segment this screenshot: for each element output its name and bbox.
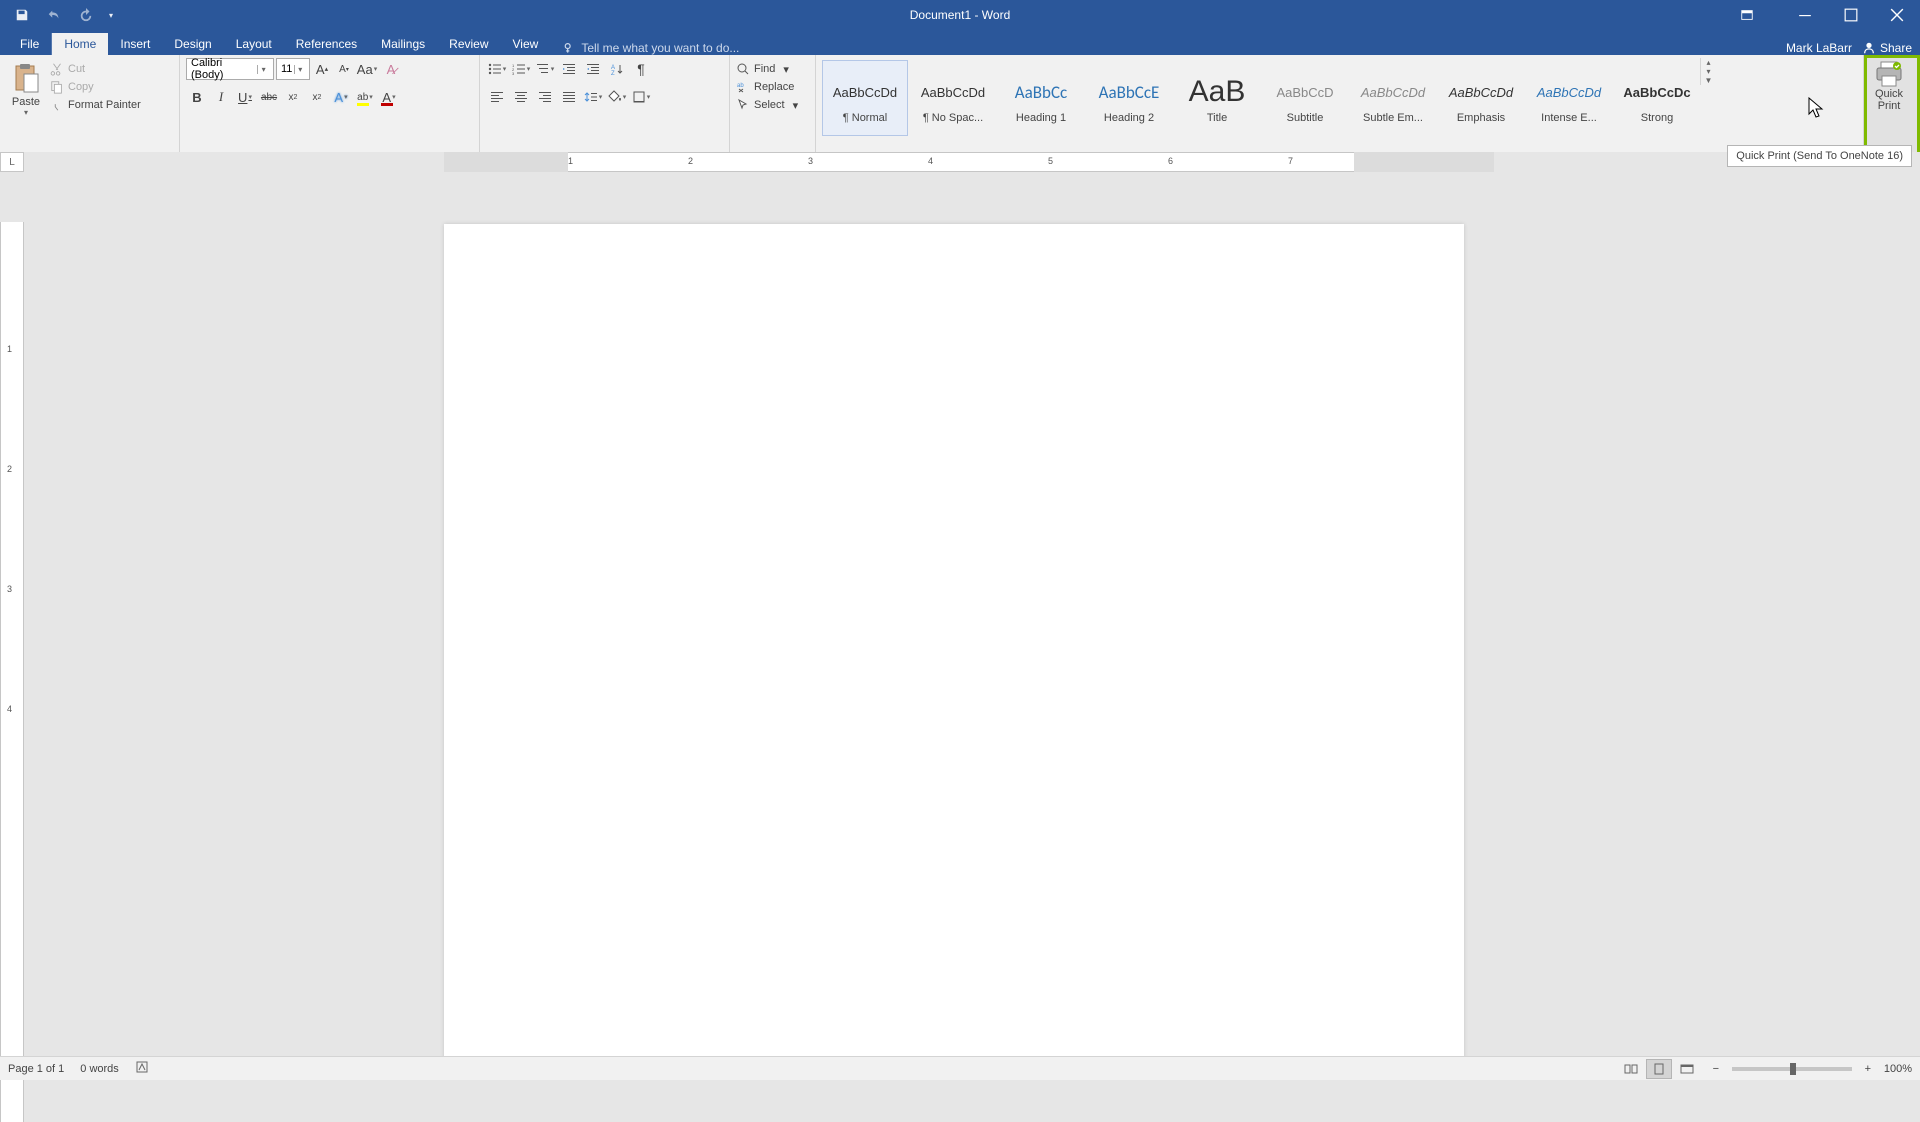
text-effects-button[interactable]: A▾ xyxy=(330,86,352,108)
zoom-out-button[interactable]: − xyxy=(1708,1063,1724,1075)
italic-button[interactable]: I xyxy=(210,86,232,108)
svg-text:ab: ab xyxy=(737,83,744,89)
grow-font-button[interactable]: A▴ xyxy=(312,58,332,80)
qat-customize-button[interactable]: ▾ xyxy=(104,3,118,27)
quick-print-button[interactable]: Quick Print xyxy=(1873,60,1905,112)
vertical-ruler[interactable]: 1234 xyxy=(0,172,24,1056)
page-indicator[interactable]: Page 1 of 1 xyxy=(8,1063,64,1075)
window-title: Document1 - Word xyxy=(910,8,1011,22)
font-color-button[interactable]: A▾ xyxy=(378,86,400,108)
replace-button[interactable]: ab Replace xyxy=(736,80,798,94)
close-button[interactable] xyxy=(1874,0,1920,30)
style-item---normal[interactable]: AaBbCcDd¶ Normal xyxy=(822,60,908,136)
title-bar: ▾ Document1 - Word xyxy=(0,0,1920,30)
style-item---no-spac---[interactable]: AaBbCcDd¶ No Spac... xyxy=(910,60,996,136)
tab-review[interactable]: Review xyxy=(437,33,500,55)
underline-button[interactable]: U▾ xyxy=(234,86,256,108)
styles-gallery[interactable]: AaBbCcDd¶ NormalAaBbCcDd¶ No Spac...AaBb… xyxy=(822,58,1700,136)
clear-formatting-button[interactable]: A̷ xyxy=(380,58,402,80)
style-item-heading-2[interactable]: AaBbCcEHeading 2 xyxy=(1086,60,1172,136)
web-layout-button[interactable] xyxy=(1674,1059,1700,1079)
undo-qat-button[interactable] xyxy=(40,3,68,27)
redo-qat-button[interactable] xyxy=(72,3,100,27)
tab-file[interactable]: File xyxy=(8,33,52,55)
change-case-button[interactable]: Aa▾ xyxy=(356,58,378,80)
svg-text:3: 3 xyxy=(512,71,515,76)
read-mode-button[interactable] xyxy=(1618,1059,1644,1079)
tab-design[interactable]: Design xyxy=(162,33,223,55)
cut-button[interactable]: Cut xyxy=(50,62,141,76)
align-left-button[interactable] xyxy=(486,86,508,108)
tab-home[interactable]: Home xyxy=(52,33,108,55)
strikethrough-button[interactable]: abc xyxy=(258,86,280,108)
style-item-subtitle[interactable]: AaBbCcDSubtitle xyxy=(1262,60,1348,136)
zoom-in-button[interactable]: + xyxy=(1860,1063,1876,1075)
page[interactable] xyxy=(444,224,1464,1056)
print-layout-button[interactable] xyxy=(1646,1059,1672,1079)
tooltip: Quick Print (Send To OneNote 16) xyxy=(1727,145,1912,167)
paste-button[interactable]: Paste ▾ xyxy=(6,58,46,117)
tab-view[interactable]: View xyxy=(501,33,551,55)
save-qat-button[interactable] xyxy=(8,3,36,27)
ribbon-tabs: File Home Insert Design Layout Reference… xyxy=(0,30,1920,55)
copy-button[interactable]: Copy xyxy=(50,80,141,94)
tab-layout[interactable]: Layout xyxy=(224,33,284,55)
style-item-strong[interactable]: AaBbCcDcStrong xyxy=(1614,60,1700,136)
font-size-combo[interactable]: 11▾ xyxy=(276,58,310,80)
sort-button[interactable]: AZ xyxy=(606,58,628,80)
line-spacing-button[interactable]: ▾ xyxy=(582,86,604,108)
user-name[interactable]: Mark LaBarr xyxy=(1786,41,1852,55)
find-button[interactable]: Find▾ xyxy=(736,62,798,76)
format-painter-button[interactable]: Format Painter xyxy=(50,98,141,112)
style-item-title[interactable]: AaBTitle xyxy=(1174,60,1260,136)
zoom-slider[interactable] xyxy=(1732,1067,1852,1071)
tab-selector[interactable]: L xyxy=(0,152,24,172)
align-center-button[interactable] xyxy=(510,86,532,108)
maximize-button[interactable] xyxy=(1828,0,1874,30)
increase-indent-button[interactable] xyxy=(582,58,604,80)
numbering-button[interactable]: 123▾ xyxy=(510,58,532,80)
borders-button[interactable]: ▾ xyxy=(630,86,652,108)
shrink-font-button[interactable]: A▾ xyxy=(334,58,354,80)
shading-button[interactable]: ▾ xyxy=(606,86,628,108)
multilevel-list-button[interactable]: ▾ xyxy=(534,58,556,80)
align-right-button[interactable] xyxy=(534,86,556,108)
select-button[interactable]: Select▾ xyxy=(736,98,798,112)
highlight-button[interactable]: ab▾ xyxy=(354,86,376,108)
bold-button[interactable]: B xyxy=(186,86,208,108)
style-item-intense-e---[interactable]: AaBbCcDdIntense E... xyxy=(1526,60,1612,136)
tab-insert[interactable]: Insert xyxy=(108,33,162,55)
justify-button[interactable] xyxy=(558,86,580,108)
style-item-subtle-em---[interactable]: AaBbCcDdSubtle Em... xyxy=(1350,60,1436,136)
style-item-emphasis[interactable]: AaBbCcDdEmphasis xyxy=(1438,60,1524,136)
horizontal-ruler[interactable]: 1234567 xyxy=(24,152,1920,172)
share-button[interactable]: Share xyxy=(1862,41,1912,55)
zoom-level[interactable]: 100% xyxy=(1884,1063,1912,1075)
ribbon-display-options-button[interactable] xyxy=(1724,0,1770,30)
status-bar: Page 1 of 1 0 words − + 100% xyxy=(0,1056,1920,1080)
word-count[interactable]: 0 words xyxy=(80,1063,119,1075)
minimize-button[interactable] xyxy=(1782,0,1828,30)
subscript-button[interactable]: x2 xyxy=(282,86,304,108)
decrease-indent-button[interactable] xyxy=(558,58,580,80)
tab-mailings[interactable]: Mailings xyxy=(369,33,437,55)
tell-me-search[interactable]: Tell me what you want to do... xyxy=(562,41,739,55)
bullets-button[interactable]: ▾ xyxy=(486,58,508,80)
style-item-heading-1[interactable]: AaBbCcHeading 1 xyxy=(998,60,1084,136)
superscript-button[interactable]: x2 xyxy=(306,86,328,108)
tab-references[interactable]: References xyxy=(284,33,369,55)
proofing-button[interactable] xyxy=(135,1060,149,1077)
document-area xyxy=(24,172,1920,1056)
font-name-combo[interactable]: Calibri (Body)▾ xyxy=(186,58,274,80)
show-paragraph-marks-button[interactable]: ¶ xyxy=(630,58,652,80)
svg-text:Z: Z xyxy=(611,71,615,76)
styles-more-button[interactable]: ▴▾▼ xyxy=(1700,58,1716,85)
